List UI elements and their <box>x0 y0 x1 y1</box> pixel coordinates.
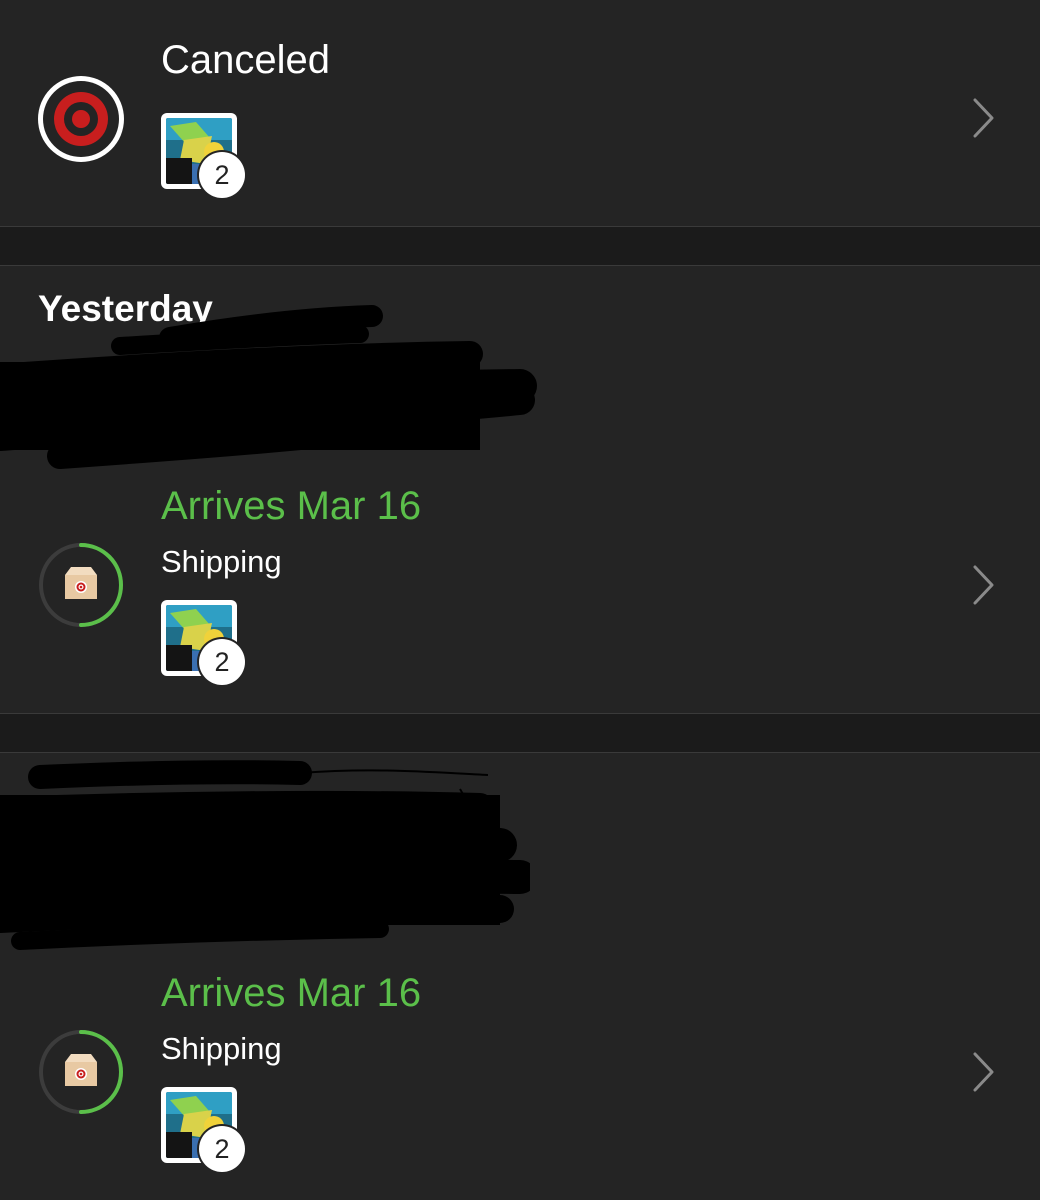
section-divider <box>0 713 1040 753</box>
arrival-date: Arrives Mar 16 <box>161 484 422 528</box>
order-card-shipping[interactable]: Arrives Mar 16 Shipping 2 <box>0 753 1040 1200</box>
arrival-date: Arrives Mar 16 <box>161 971 422 1015</box>
chevron-right-icon[interactable] <box>968 96 998 140</box>
redaction-scribble <box>0 305 537 469</box>
package-icon <box>39 543 123 627</box>
section-divider <box>0 226 1040 266</box>
chevron-right-icon[interactable] <box>968 1050 998 1094</box>
order-card-canceled[interactable]: Canceled 2 <box>0 0 1040 226</box>
target-logo-icon <box>38 76 124 162</box>
order-status: Shipping <box>161 544 282 579</box>
chevron-right-icon[interactable] <box>968 563 998 607</box>
package-icon <box>39 1030 123 1114</box>
order-status: Canceled <box>161 38 331 82</box>
order-status: Shipping <box>161 1031 282 1066</box>
item-quantity-badge: 2 <box>199 639 245 685</box>
item-quantity-badge: 2 <box>199 1126 245 1172</box>
order-card-shipping[interactable]: Yesterday Arrives Mar 16 Shipping 2 <box>0 266 1040 713</box>
redaction-scribble <box>0 760 530 950</box>
item-quantity-badge: 2 <box>199 152 245 198</box>
